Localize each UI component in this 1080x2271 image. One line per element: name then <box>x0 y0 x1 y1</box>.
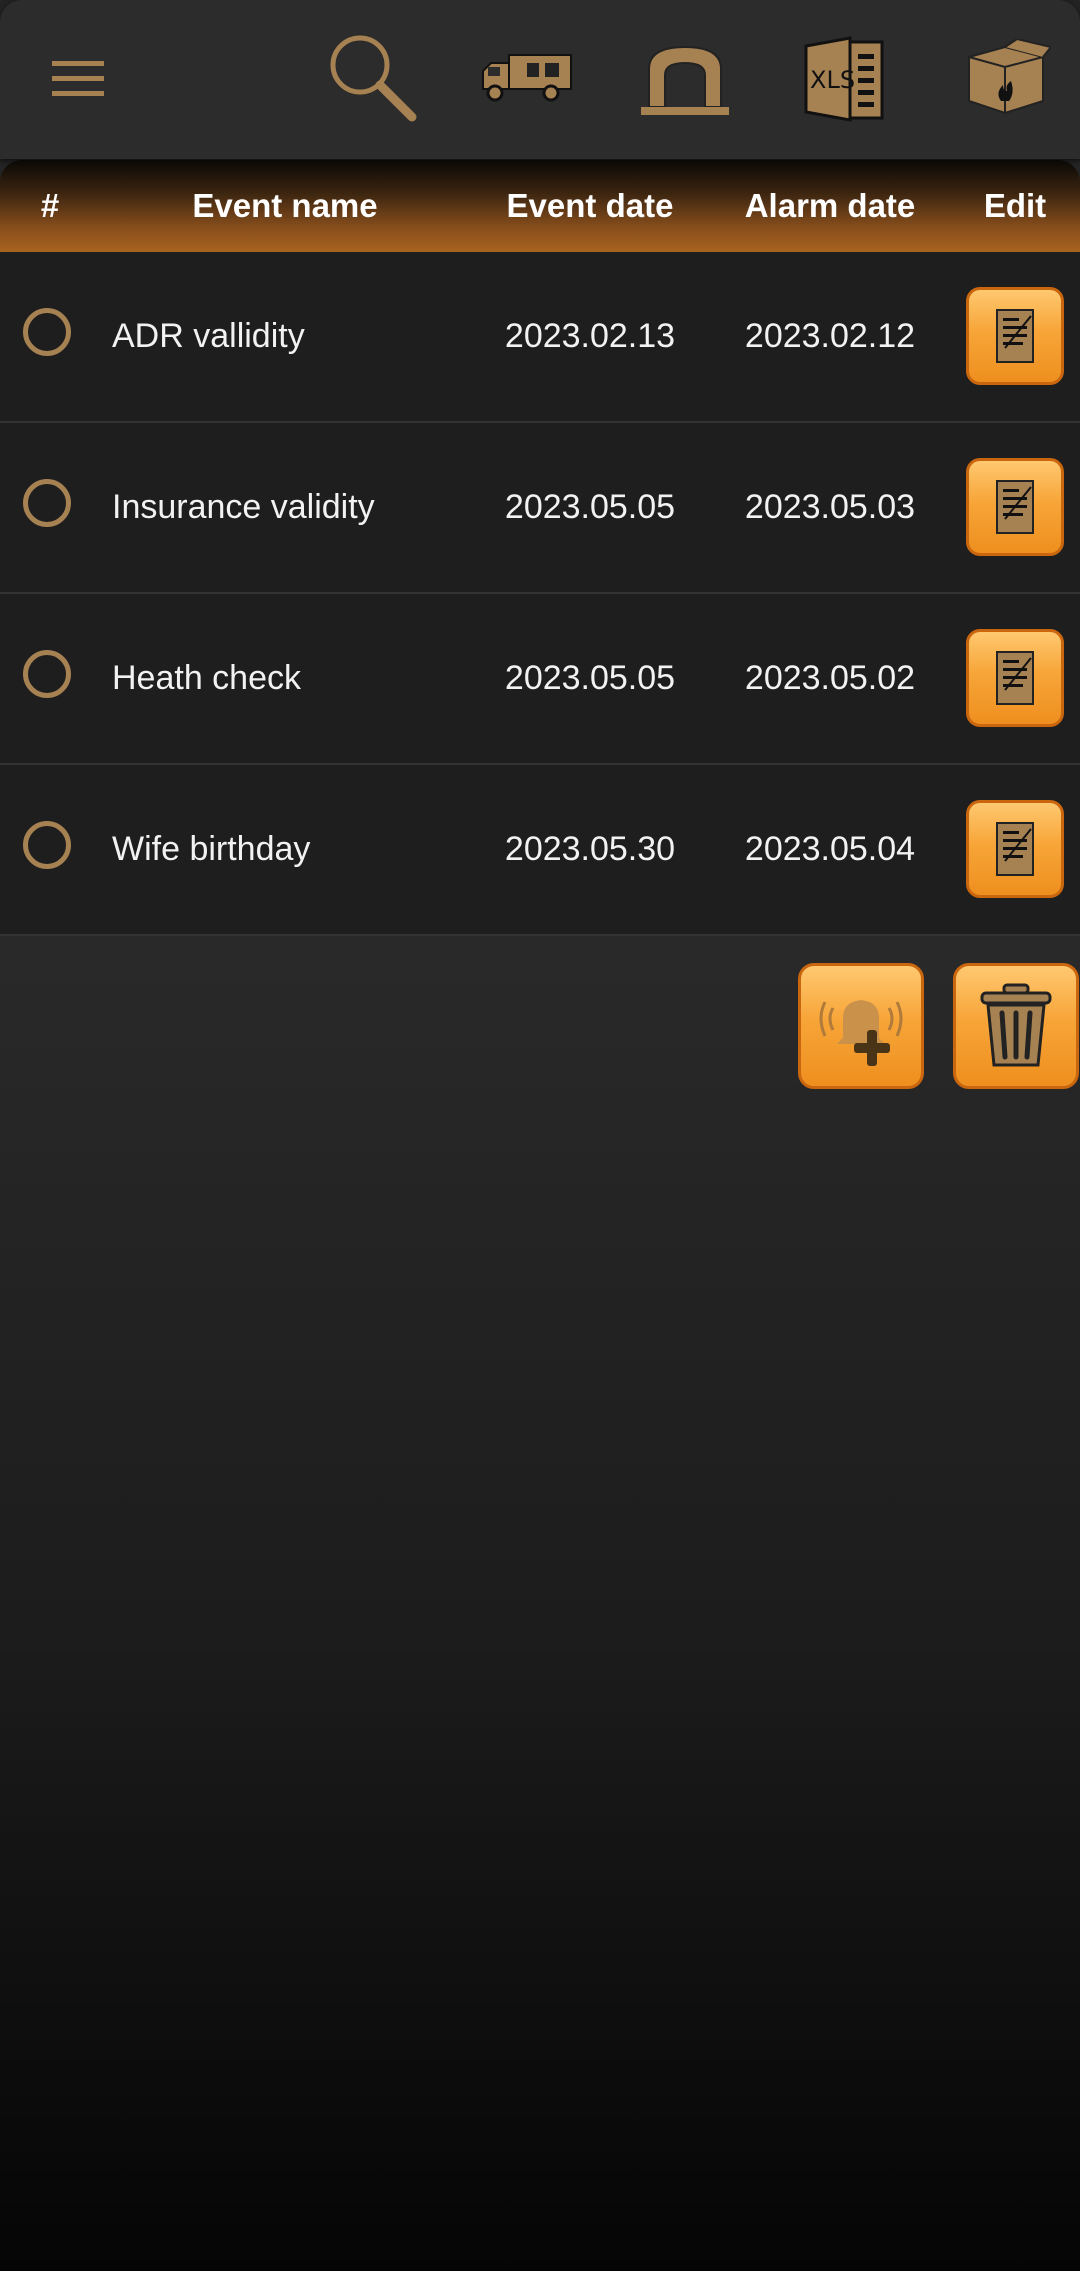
search-button[interactable] <box>312 20 432 138</box>
delete-button[interactable] <box>953 963 1079 1089</box>
header-edit: Edit <box>983 187 1047 224</box>
row-select-radio[interactable] <box>23 308 71 356</box>
row-select-radio[interactable] <box>23 650 71 698</box>
alarm-date: 2023.05.04 <box>744 830 916 868</box>
box-fire-icon <box>968 39 1051 115</box>
edit-note-icon <box>996 480 1034 534</box>
event-name: Wife birthday <box>112 830 311 868</box>
menu-button[interactable] <box>18 20 138 138</box>
event-list: ADR vallidity 2023.02.13 2023.02.12 Insu… <box>0 252 1080 936</box>
alarm-date: 2023.05.03 <box>744 488 916 526</box>
header-event-date: Event date <box>506 187 674 224</box>
alarm-date: 2023.02.12 <box>744 317 916 355</box>
header-alarm-date: Alarm date <box>744 187 916 224</box>
edit-note-icon <box>996 309 1034 363</box>
event-name: Heath check <box>112 659 301 697</box>
edit-button[interactable] <box>966 629 1064 727</box>
edit-note-icon <box>996 651 1034 705</box>
table-header: # Event name Event date Alarm date Edit <box>0 160 1080 252</box>
trash-icon <box>980 983 1052 1067</box>
event-date: 2023.05.05 <box>504 488 676 526</box>
truck-icon <box>482 54 572 102</box>
edit-note-icon <box>996 822 1034 876</box>
table-row[interactable]: ADR vallidity 2023.02.13 2023.02.12 <box>0 252 1080 423</box>
xls-export-button[interactable]: XLS <box>785 20 905 138</box>
table-row[interactable]: Insurance validity 2023.05.05 2023.05.03 <box>0 423 1080 594</box>
header-event-name: Event name <box>192 187 378 224</box>
add-alarm-icon <box>819 1000 903 1066</box>
alarm-date: 2023.05.02 <box>744 659 916 697</box>
event-name: Insurance validity <box>112 488 375 526</box>
table-row[interactable]: Wife birthday 2023.05.30 2023.05.04 <box>0 765 1080 936</box>
box-button[interactable] <box>946 20 1066 138</box>
menu-icon <box>52 61 104 96</box>
table-row[interactable]: Heath check 2023.05.05 2023.05.02 <box>0 594 1080 765</box>
xls-icon: XLS <box>804 36 884 122</box>
search-icon <box>330 35 417 122</box>
edit-button[interactable] <box>966 800 1064 898</box>
event-date: 2023.05.05 <box>504 659 676 697</box>
event-date: 2023.02.13 <box>504 317 676 355</box>
add-alarm-button[interactable] <box>798 963 924 1089</box>
event-name: ADR vallidity <box>112 317 305 355</box>
top-toolbar: XLS <box>0 0 1080 159</box>
header-number: # <box>40 187 60 224</box>
edit-button[interactable] <box>966 287 1064 385</box>
archway-button[interactable] <box>625 20 745 138</box>
truck-button[interactable] <box>467 20 587 138</box>
row-select-radio[interactable] <box>23 821 71 869</box>
row-select-radio[interactable] <box>23 479 71 527</box>
edit-button[interactable] <box>966 458 1064 556</box>
archway-icon <box>641 45 729 115</box>
event-date: 2023.05.30 <box>504 830 676 868</box>
svg-text:XLS: XLS <box>810 66 855 94</box>
